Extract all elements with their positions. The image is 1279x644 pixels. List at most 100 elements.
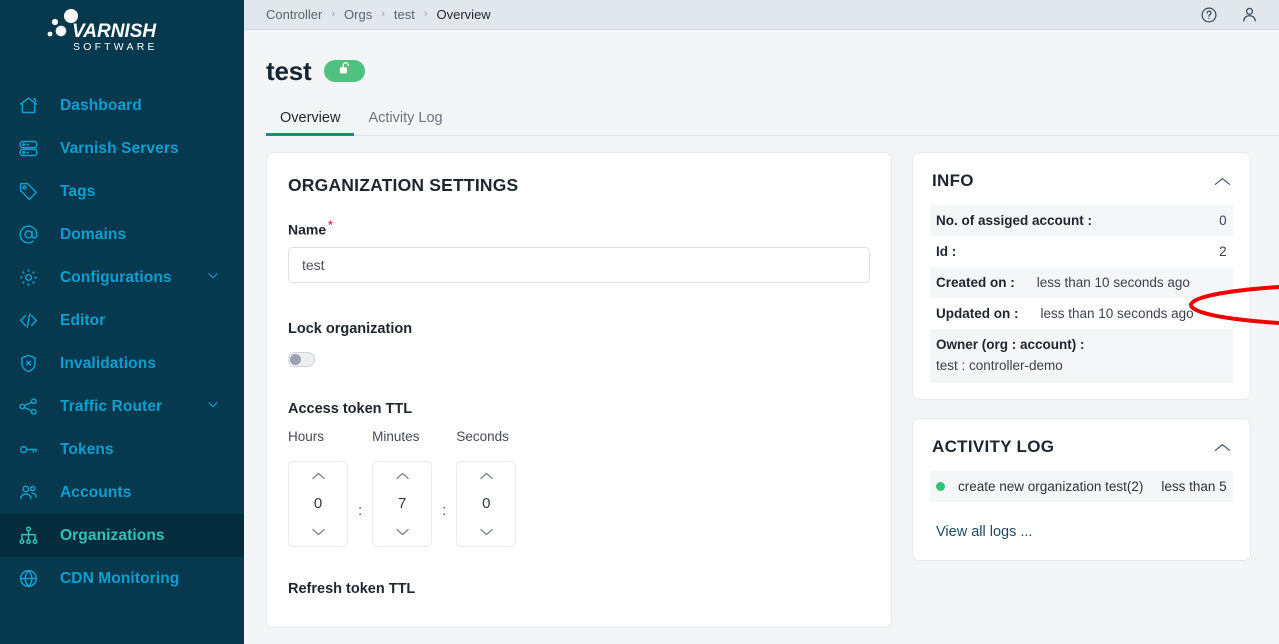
minutes-value: 7: [398, 495, 407, 513]
info-row-updated-on: Updated on : less than 10 seconds ago: [930, 298, 1233, 329]
hours-caption: Hours: [288, 428, 325, 444]
ttl-separator: :: [442, 502, 447, 520]
access-token-ttl-steppers: Hours 0: Minutes 7: Seconds 0: [288, 429, 870, 547]
varnish-software-logo-icon: VARNISH SOFTWARE: [36, 7, 166, 55]
info-row-value: 2: [1219, 244, 1227, 259]
hours-stepper[interactable]: 0: [288, 460, 348, 547]
left-column: ORGANIZATION SETTINGS Name* Lock organiz…: [266, 152, 892, 628]
lock-organization-toggle[interactable]: [288, 351, 315, 367]
name-field-label: Name *: [288, 218, 870, 238]
info-row-id: Id : 2: [930, 236, 1233, 267]
breadcrumb-separator-icon: ›: [381, 8, 385, 20]
name-label-text: Name: [288, 221, 327, 238]
unlock-icon: [338, 61, 351, 81]
sidebar-item-editor[interactable]: Editor: [0, 299, 244, 342]
shield-x-icon: [18, 352, 48, 376]
seconds-stepper[interactable]: 0: [456, 460, 517, 547]
server-icon: [18, 137, 48, 161]
sidebar-item-invalidations[interactable]: Invalidations: [0, 342, 244, 385]
activity-log-rows: create new organization test(2) less tha…: [913, 471, 1250, 508]
breadcrumb-item-test[interactable]: test: [394, 7, 415, 22]
sidebar-nav: Dashboard Varnish Servers Tags Domains C…: [0, 84, 244, 600]
tab-overview[interactable]: Overview: [266, 110, 355, 136]
chevron-down-icon[interactable]: [395, 527, 410, 537]
info-row-value: 0: [1219, 213, 1227, 228]
breadcrumb-item-orgs[interactable]: Orgs: [344, 7, 372, 22]
svg-text:SOFTWARE: SOFTWARE: [73, 41, 158, 53]
sidebar-item-organizations[interactable]: Organizations: [0, 514, 244, 557]
topbar-actions: [1200, 5, 1265, 24]
hours-stepper-group: Hours 0: [288, 429, 348, 547]
main-area: Controller › Orgs › test › Overview test: [244, 0, 1279, 644]
sidebar-item-label: Varnish Servers: [60, 139, 179, 157]
at-sign-icon: [18, 223, 48, 247]
unlock-status-badge[interactable]: [324, 60, 366, 82]
brand-logo[interactable]: VARNISH SOFTWARE: [0, 0, 244, 62]
activity-time: less than 5: [1161, 479, 1227, 494]
breadcrumb-separator-icon: ›: [331, 8, 336, 20]
chevron-up-icon[interactable]: [311, 471, 326, 481]
organization-settings-heading: ORGANIZATION SETTINGS: [288, 175, 519, 195]
seconds-stepper-group: Seconds 0: [456, 429, 517, 547]
sidebar-item-tags[interactable]: Tags: [0, 170, 244, 213]
info-row-value: less than 10 seconds ago: [1036, 275, 1190, 290]
sidebar-item-dashboard[interactable]: Dashboard: [0, 84, 244, 127]
info-row-key: Created on :: [936, 275, 1015, 290]
sidebar-item-tokens[interactable]: Tokens: [0, 428, 244, 471]
help-circle-icon[interactable]: [1200, 6, 1218, 24]
sidebar-item-cdn-monitoring[interactable]: CDN Monitoring: [0, 557, 244, 600]
breadcrumb-item-controller[interactable]: Controller: [266, 7, 322, 22]
info-row-key: Id :: [936, 244, 957, 259]
tag-icon: [18, 180, 48, 204]
chevron-up-icon[interactable]: [1214, 176, 1231, 187]
info-row-key: Updated on :: [936, 306, 1019, 321]
toggle-knob: [290, 353, 301, 365]
chevron-up-icon[interactable]: [479, 471, 494, 481]
svg-text:VARNISH: VARNISH: [72, 21, 157, 42]
breadcrumb: Controller › Orgs › test › Overview: [266, 7, 1200, 22]
minutes-caption: Minutes: [372, 428, 420, 444]
content-columns: ORGANIZATION SETTINGS Name* Lock organiz…: [266, 152, 1279, 628]
info-panel-header[interactable]: INFO: [913, 153, 1250, 205]
tab-activity-log[interactable]: Activity Log: [354, 110, 456, 135]
chevron-down-icon[interactable]: [311, 527, 326, 537]
page-header: test: [266, 30, 1279, 86]
org-tree-icon: [18, 524, 48, 548]
gear-icon: [18, 266, 48, 290]
sidebar-item-label: Dashboard: [60, 96, 142, 114]
sidebar-item-label: CDN Monitoring: [60, 569, 180, 587]
sidebar-item-traffic-router[interactable]: Traffic Router: [0, 385, 244, 428]
sidebar-item-accounts[interactable]: Accounts: [0, 471, 244, 514]
info-row-value: less than 10 seconds ago: [1040, 306, 1194, 321]
sidebar-item-configurations[interactable]: Configurations: [0, 256, 244, 299]
minutes-stepper[interactable]: 7: [372, 460, 433, 547]
info-rows: No. of assiged account : 0 Id : 2 Create…: [913, 205, 1250, 399]
app-root: VARNISH SOFTWARE Dashboard Varnish Serve…: [0, 0, 1279, 644]
access-token-ttl-label: Access token TTL: [288, 400, 413, 417]
info-panel-title: INFO: [932, 171, 974, 190]
seconds-value: 0: [482, 495, 491, 513]
info-row-assigned-accounts: No. of assiged account : 0: [930, 205, 1233, 236]
sidebar-item-label: Domains: [60, 225, 127, 243]
sidebar: VARNISH SOFTWARE Dashboard Varnish Serve…: [0, 0, 244, 644]
sidebar-item-label: Tokens: [60, 440, 114, 458]
breadcrumb-separator-icon: ›: [423, 8, 428, 20]
list-item[interactable]: create new organization test(2) less tha…: [930, 471, 1233, 502]
chevron-down-icon[interactable]: [206, 397, 220, 416]
chevron-up-icon[interactable]: [1214, 442, 1231, 453]
info-row-value: test : controller-demo: [936, 358, 1063, 373]
right-column: INFO No. of assiged account : 0 Id: 2 C…: [912, 152, 1251, 628]
user-icon[interactable]: [1240, 5, 1259, 24]
page-title: test: [266, 55, 312, 86]
activity-log-panel-header[interactable]: ACTIVITY LOG: [913, 419, 1250, 471]
info-panel: INFO No. of assiged account : 0 Id: 2 C…: [912, 152, 1251, 400]
info-row-created-on: Created on : less than 10 seconds ago: [930, 267, 1233, 298]
chevron-down-icon[interactable]: [479, 527, 494, 537]
chevron-down-icon[interactable]: [206, 268, 220, 287]
view-all-logs-link[interactable]: View all logs ...: [913, 508, 1250, 560]
name-input[interactable]: [288, 246, 870, 283]
chevron-up-icon[interactable]: [395, 471, 410, 481]
sidebar-item-domains[interactable]: Domains: [0, 213, 244, 256]
lock-organization-label: Lock organization: [288, 320, 413, 337]
sidebar-item-varnish-servers[interactable]: Varnish Servers: [0, 127, 244, 170]
